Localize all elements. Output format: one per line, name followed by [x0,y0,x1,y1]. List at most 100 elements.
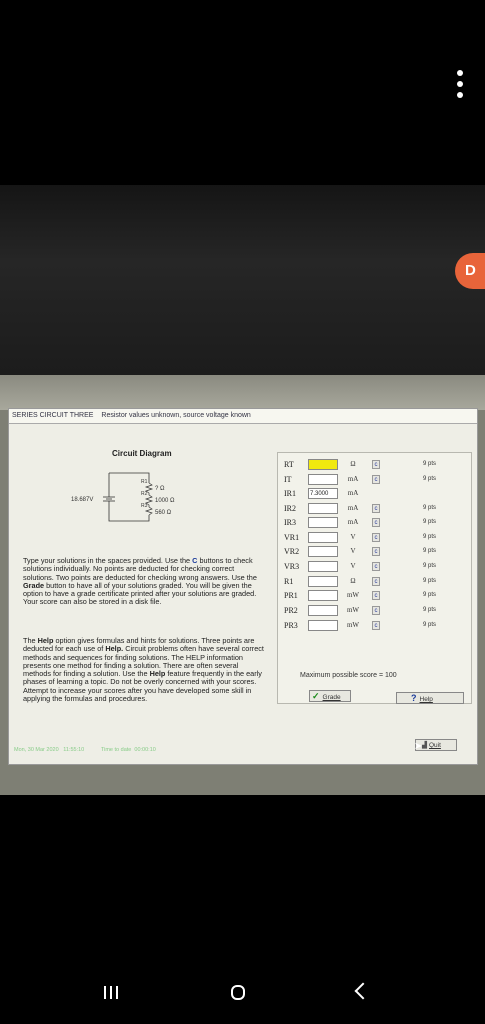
quit-label: Quit [429,742,441,749]
row-label: IR2 [284,504,296,513]
window-subtitle: Resistor values unknown, source voltage … [101,412,251,419]
circuit-diagram: 18.687V ? Ω R1 1000 Ω R2 560 Ω R3 [69,463,209,528]
home-icon[interactable] [231,985,245,1000]
solution-row-ir1: IR1 7.3000 mA [278,488,471,501]
max-score: Maximum possible score = 100 [300,672,397,679]
status-date: Mon, 30 Mar 2020 [14,747,59,753]
solution-row-vr1: VR1 Vc 9 pts [278,532,471,545]
answer-input[interactable] [308,590,338,601]
r3-label: R3 [141,503,148,509]
grade-label: Grade [322,694,341,701]
unit-label: Ω [350,577,356,585]
answer-input[interactable] [308,561,338,572]
points-label: 9 pts [423,519,437,525]
status-timer: 00:00:10 [134,747,156,753]
answer-input[interactable] [308,576,338,587]
answer-input[interactable] [308,532,338,543]
photo-glare-area [0,185,485,375]
points-label: 9 pts [423,476,437,482]
circuit-schematic: 18.687V ? Ω R1 1000 Ω R2 560 Ω R3 [71,472,175,522]
row-label: VR2 [284,547,300,556]
status-timer-label: Time to date [100,747,132,753]
r3-value: 560 Ω [155,510,172,516]
check-button[interactable]: c [372,518,380,527]
source-voltage: 18.687V [71,497,93,503]
solution-row-vr2: VR2 Vc 9 pts [278,546,471,559]
solution-panel: RT Ωc 9 pts IT mA c 9 pts IR1 7.3000 mA IR2 mA c 9 pt… [277,452,472,704]
points-label: 9 pts [423,592,437,598]
mouse-cursor-icon: ➤ [414,741,423,752]
help-button[interactable]: ? Help [396,692,464,704]
unit-label: mA [347,504,359,512]
solution-row-pr3: PR3 mW c 9 pts [278,620,471,633]
check-button[interactable]: c [372,562,380,571]
solution-row-vr3: VR3 Vc 9 pts [278,561,471,574]
floating-app-icon[interactable]: D [455,253,485,289]
recents-icon[interactable] [104,986,118,999]
window-titlebar: SERIES CIRCUIT THREE Resistor values unk… [9,409,477,424]
answer-input[interactable] [308,459,338,470]
r2-value: 1000 Ω [155,498,175,504]
answer-input[interactable] [308,605,338,616]
solution-row-it: IT mA c 9 pts [278,474,471,487]
answer-input[interactable] [308,503,338,514]
solution-row-rt: RT Ωc 9 pts [278,459,471,472]
check-button[interactable]: c [372,533,380,542]
instructions-paragraph: Type your solutions in the spaces provid… [23,556,265,607]
check-button[interactable]: c [372,504,380,513]
circuit-diagram-title: Circuit Diagram [112,449,172,458]
help-paragraph: The Help option gives formulas and hints… [23,636,265,703]
r2-label: R2 [141,491,148,497]
row-label: IT [284,475,292,484]
row-label: RT [284,460,294,469]
row-label: IR3 [284,518,296,527]
monitor-screen: SERIES CIRCUIT THREE Resistor values unk… [0,375,485,795]
instructions-text: button to have all of your solutions gra… [23,580,257,607]
row-label: PR1 [284,591,298,600]
row-label: VR3 [284,562,300,571]
points-label: 9 pts [423,622,437,628]
unit-label: V [350,547,356,555]
solution-row-pr1: PR1 mW c 9 pts [278,590,471,603]
points-label: 9 pts [423,578,437,584]
r1-label: R1 [141,479,148,485]
points-label: 9 pts [423,461,437,467]
points-label: 9 pts [423,534,437,540]
check-button[interactable]: c [372,460,380,469]
points-label: 9 pts [423,563,437,569]
app-window: SERIES CIRCUIT THREE Resistor values unk… [8,408,478,765]
unit-label: mA [347,475,359,483]
unit-label: mW [346,606,360,614]
solution-row-pr2: PR2 mW c 9 pts [278,605,471,618]
answer-input[interactable] [308,546,338,557]
check-button[interactable]: c [372,475,380,484]
check-button[interactable]: c [372,621,380,630]
check-button[interactable]: c [372,591,380,600]
row-label: IR1 [284,489,296,498]
answer-input[interactable]: 7.3000 [308,488,338,499]
answer-input[interactable] [308,620,338,631]
row-label: R1 [284,577,294,586]
door-icon: ▟ [422,742,427,749]
answer-input[interactable] [308,474,338,485]
solution-row-r1: R1 Ωc 9 pts [278,576,471,589]
more-options-icon[interactable] [457,70,465,98]
points-label: 9 pts [423,548,437,554]
r1-value: ? Ω [155,486,165,492]
solution-row-ir2: IR2 mA c 9 pts [278,503,471,516]
desktop-strip [0,375,485,410]
points-label: 9 pts [423,607,437,613]
question-icon: ? [411,693,417,703]
check-button[interactable]: c [372,606,380,615]
solution-row-ir3: IR3 mA c 9 pts [278,517,471,530]
unit-label: V [350,533,356,541]
row-label: PR2 [284,606,298,615]
answer-input[interactable] [308,517,338,528]
check-button[interactable]: c [372,577,380,586]
check-button[interactable]: c [372,547,380,556]
help-label: Help [419,696,433,703]
grade-button[interactable]: ✓ Grade [309,690,351,702]
phone-top-area [0,0,485,185]
unit-label: mW [346,591,360,599]
status-time: 11:55:10 [63,747,85,753]
